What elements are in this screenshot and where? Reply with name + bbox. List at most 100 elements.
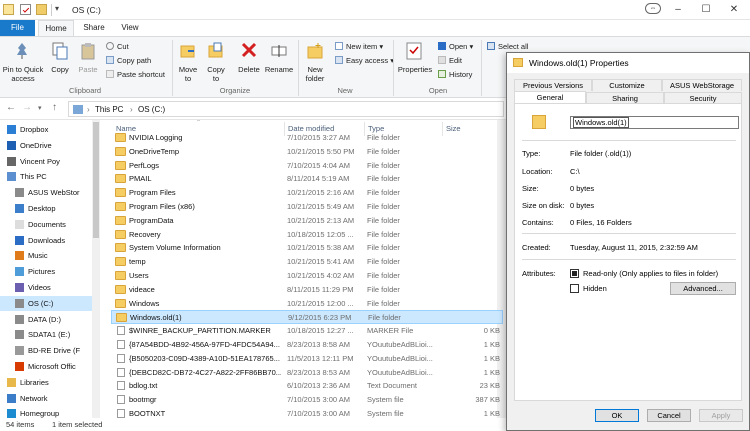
open-button[interactable]: Open ▾	[438, 42, 473, 51]
file-row[interactable]: bootmgr 7/10/2015 3:00 AM System file 387 K…	[111, 393, 503, 407]
sidebar-item[interactable]: Homegroup	[0, 406, 92, 418]
folder-icon	[115, 243, 126, 253]
sidebar-item[interactable]: This PC	[0, 169, 92, 184]
file-row[interactable]: Program Files (x86) 10/21/2015 5:49 AM Fil…	[111, 200, 503, 214]
folder-icon	[115, 298, 126, 308]
sidebar-item[interactable]: Videos	[0, 280, 92, 295]
pictures-icon	[15, 267, 24, 277]
edit-button[interactable]: Edit	[438, 56, 462, 65]
file-row[interactable]: PerfLogs 7/10/2015 4:04 AM File folder	[111, 159, 503, 173]
file-row[interactable]: Users 10/21/2015 4:02 AM File folder	[111, 269, 503, 283]
file-name: {B5050203-C09D-4389-A10D-51EA178765...	[129, 353, 280, 363]
sidebar-item[interactable]: Downloads	[0, 233, 92, 248]
sidebar-item[interactable]: Microsoft Offic	[0, 359, 92, 374]
sidebar-item[interactable]: Libraries	[0, 375, 92, 390]
file-size: 1 KB	[483, 409, 500, 418]
file-size: 0 KB	[483, 326, 500, 336]
hidden-checkbox[interactable]	[570, 284, 579, 293]
breadcrumb-os-c[interactable]: OS (C:)	[138, 105, 165, 114]
chevron-down-icon[interactable]: ▾	[38, 104, 42, 112]
file-row[interactable]: videace 8/11/2015 11:29 PM File folder	[111, 283, 503, 297]
sidebar-item[interactable]: OneDrive	[0, 138, 92, 153]
tab-asus-webstorage[interactable]: ASUS WebStorage	[662, 79, 742, 91]
file-row[interactable]: ProgramData 10/21/2015 2:13 AM File folder	[111, 214, 503, 228]
delete-label: Delete	[238, 65, 260, 74]
file-row[interactable]: Recovery 10/18/2015 12:05 ... File folder	[111, 228, 503, 242]
new-item-button[interactable]: New item ▾	[335, 42, 383, 51]
tab-share[interactable]: Share	[78, 20, 110, 36]
copy-path-button[interactable]: Copy path	[106, 56, 151, 65]
navigation-pane: Dropbox OneDrive Vincent Poy This PC ASUS We…	[0, 120, 100, 418]
sidebar-item[interactable]: Desktop	[0, 201, 92, 216]
file-type: File folder	[367, 284, 400, 294]
tab-previous-versions[interactable]: Previous Versions	[514, 79, 592, 91]
back-arrow-icon[interactable]: ←	[6, 102, 16, 113]
file-row[interactable]: OneDriveTemp 10/21/2015 5:50 PM File folde…	[111, 145, 503, 159]
tab-file[interactable]: File	[0, 20, 35, 36]
sidebar-item[interactable]: SDATA1 (E:)	[0, 327, 92, 342]
file-size: 1 KB	[483, 340, 500, 349]
file-row[interactable]: Windows 10/21/2015 12:00 ... File folder	[111, 297, 503, 311]
file-row[interactable]: {87A54BDD-4B92-456A-97FD-4FDC54A94... 8/2…	[111, 338, 503, 352]
file-row[interactable]: Program Files 10/21/2015 2:16 AM File fold…	[111, 186, 503, 200]
created-value: Tuesday, August 11, 2015, 2:32:59 AM	[570, 243, 698, 252]
file-row[interactable]: bdlog.txt 6/10/2013 2:36 AM Text Document 2…	[111, 379, 503, 393]
readonly-label[interactable]: Read-only (Only applies to files in fold…	[583, 269, 718, 278]
cut-button[interactable]: Cut	[106, 42, 129, 51]
file-row[interactable]: temp 10/21/2015 5:41 AM File folder	[111, 255, 503, 269]
tab-home[interactable]: Home	[38, 20, 74, 36]
rename-icon	[271, 45, 287, 57]
sidebar-item[interactable]: Network	[0, 391, 92, 406]
scrollbar-thumb[interactable]	[93, 122, 99, 238]
address-input[interactable]: › This PC › OS (C:)	[68, 101, 504, 117]
dialog-title-bar[interactable]: Windows.old(1) Properties	[507, 53, 749, 73]
pin-icon	[17, 43, 27, 59]
sidebar-item[interactable]: DATA (D:)	[0, 312, 92, 327]
divider	[481, 40, 482, 96]
minimize-button[interactable]: –	[664, 0, 692, 20]
new-folder-quick-icon[interactable]	[36, 4, 47, 15]
up-arrow-icon[interactable]: ↑	[52, 102, 57, 113]
cancel-button[interactable]: Cancel	[647, 409, 691, 422]
file-row[interactable]: {B5050203-C09D-4389-A10D-51EA178765... 11…	[111, 352, 503, 366]
breadcrumb-this-pc[interactable]: This PC	[95, 105, 123, 114]
maximize-button[interactable]: ☐	[692, 0, 720, 20]
ok-button[interactable]: OK	[595, 409, 639, 422]
easy-access-button[interactable]: Easy access ▾	[335, 56, 394, 65]
apply-button[interactable]: Apply	[699, 409, 743, 422]
history-button[interactable]: History	[438, 70, 472, 79]
file-row[interactable]: {DEBCD82C-DB72-4C27-A822-2FF86BB70... 8/2…	[111, 366, 503, 380]
file-row[interactable]: PMAIL 8/11/2014 5:19 AM File folder	[111, 172, 503, 186]
readonly-checkbox[interactable]	[570, 269, 579, 278]
advanced-button[interactable]: Advanced...	[670, 282, 736, 295]
sidebar-item[interactable]: Documents	[0, 217, 92, 232]
file-type: MARKER File	[367, 326, 414, 336]
file-row[interactable]: NVIDIA Logging 7/10/2015 3:27 AM File fold…	[111, 131, 503, 145]
file-row[interactable]: $WINRE_BACKUP_PARTITION.MARKER 10/18/2015…	[111, 324, 503, 338]
file-row[interactable]: BOOTNXT 7/10/2015 3:00 AM System file 1 KB	[111, 407, 503, 418]
select-all-button[interactable]: Select all	[487, 42, 528, 51]
sidebar-item[interactable]: BD-RE Drive (F	[0, 343, 92, 358]
file-row[interactable]: Windows.old(1) 9/12/2015 6:23 PM File fold…	[111, 310, 503, 324]
file-row[interactable]: System Volume Information 10/21/2015 5:38…	[111, 241, 503, 255]
tab-view[interactable]: View	[114, 20, 146, 36]
folder-name-input[interactable]: Windows.old(1)	[570, 116, 739, 129]
tab-customize[interactable]: Customize	[592, 79, 662, 91]
hidden-label[interactable]: Hidden	[583, 284, 607, 293]
open-icon	[438, 42, 446, 50]
toggle-icon[interactable]: ⇔	[645, 3, 661, 14]
attributes-label: Attributes:	[522, 269, 556, 278]
sidebar-item[interactable]: Vincent Poy	[0, 154, 92, 169]
folder-icon	[115, 202, 126, 211]
close-button[interactable]: ✕	[720, 0, 748, 20]
sidebar-item[interactable]: OS (C:)	[0, 295, 92, 311]
sidebar-item[interactable]: Dropbox	[0, 122, 92, 137]
sidebar-item[interactable]: Pictures	[0, 264, 92, 279]
paste-shortcut-button[interactable]: Paste shortcut	[106, 70, 165, 79]
user-icon	[7, 156, 16, 166]
sidebar-item[interactable]: ASUS WebStor	[0, 185, 92, 200]
chevron-down-icon[interactable]: ▾	[55, 4, 59, 13]
properties-quick-icon[interactable]	[20, 4, 31, 15]
forward-arrow-icon[interactable]: →	[22, 102, 32, 113]
sidebar-item[interactable]: Music	[0, 248, 92, 263]
